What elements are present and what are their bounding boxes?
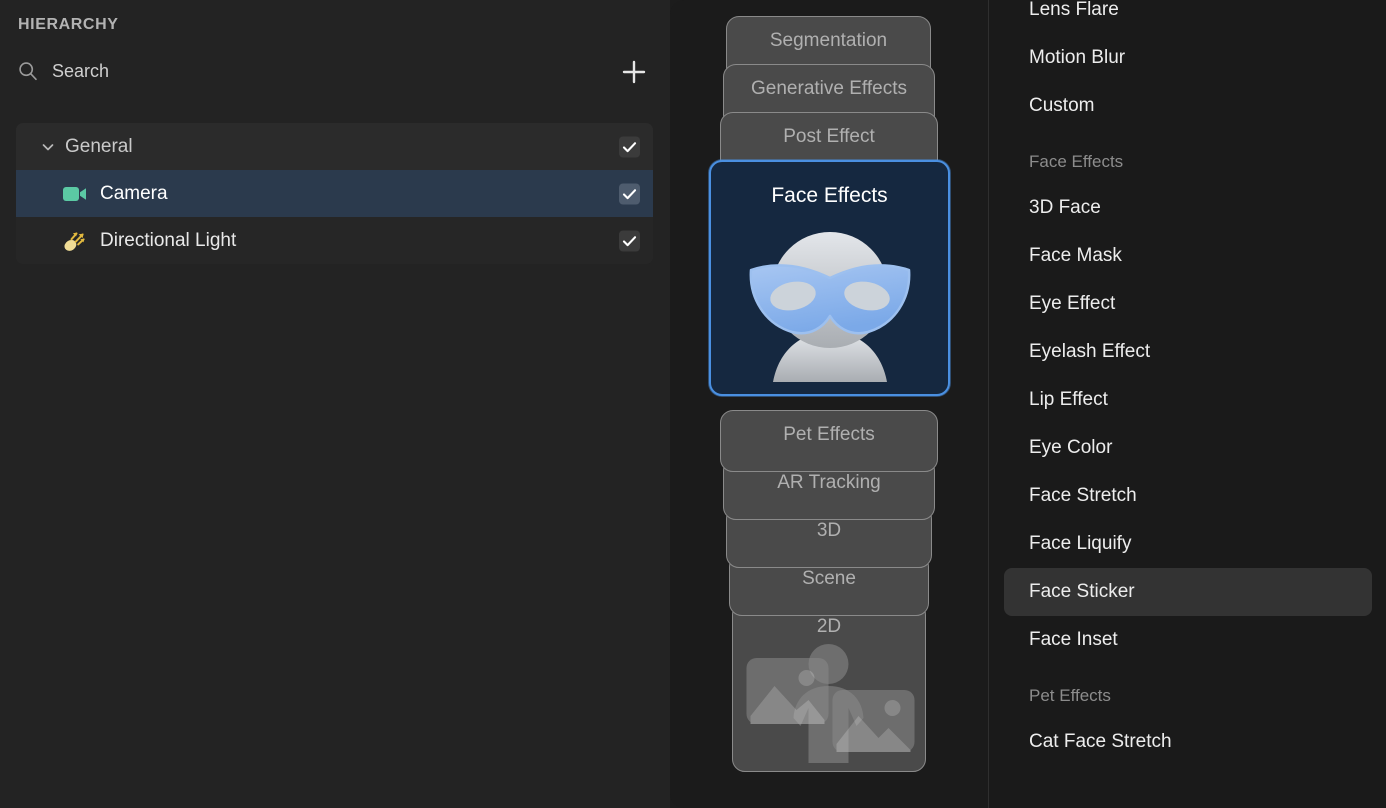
hierarchy-panel: HIERARCHY Search General Camera Directio… [0, 0, 670, 808]
chevron-down-icon[interactable] [41, 140, 55, 154]
tree-row-general[interactable]: General [16, 123, 653, 170]
effects-list: Lens Flare Motion Blur Custom Face Effec… [989, 0, 1386, 766]
list-item[interactable]: Eye Effect [1004, 280, 1372, 328]
tree-row-camera[interactable]: Camera [16, 170, 653, 217]
stack-card-pet-effects[interactable]: Pet Effects [720, 410, 938, 472]
plus-icon[interactable] [620, 58, 648, 86]
search-input[interactable] [52, 60, 532, 82]
hierarchy-tree: General Camera Directional Light [16, 123, 653, 264]
tree-row-label: General [65, 135, 133, 157]
list-item[interactable]: Lip Effect [1004, 376, 1372, 424]
list-item[interactable]: 3D Face [1004, 184, 1372, 232]
section-header-pet-effects: Pet Effects [1029, 686, 1111, 705]
search-row [0, 50, 670, 92]
section-header-face-effects: Face Effects [1029, 152, 1124, 171]
stack-card-label: Scene [802, 568, 856, 589]
list-item[interactable]: Eyelash Effect [1004, 328, 1372, 376]
list-item[interactable]: Cat Face Stretch [1004, 718, 1372, 766]
list-item[interactable]: Lens Flare [1004, 0, 1372, 34]
list-item[interactable]: Motion Blur [1004, 34, 1372, 82]
visibility-checkbox[interactable] [619, 136, 640, 157]
tree-row-label: Camera [100, 182, 168, 204]
person-with-photos-icon [737, 638, 922, 763]
list-item[interactable]: Face Inset [1004, 616, 1372, 664]
stack-card-label: Pet Effects [783, 424, 875, 445]
list-item[interactable]: Custom [1004, 82, 1372, 130]
tree-row-directional-light[interactable]: Directional Light [16, 217, 653, 264]
list-item-face-sticker-selected[interactable]: Face Sticker [1004, 568, 1372, 616]
visibility-checkbox[interactable] [619, 183, 640, 204]
stack-card-label: AR Tracking [777, 472, 881, 493]
visibility-checkbox[interactable] [619, 230, 640, 251]
stack-card-face-effects-selected[interactable]: Face Effects [709, 160, 950, 396]
effect-category-stack: Segmentation Generative Effects Post Eff… [670, 0, 988, 808]
list-item[interactable]: Face Liquify [1004, 520, 1372, 568]
masked-face-icon [735, 212, 925, 382]
stack-card-label: 3D [816, 520, 842, 541]
effects-list-panel[interactable]: Lens Flare Motion Blur Custom Face Effec… [988, 0, 1386, 808]
video-camera-icon [62, 183, 88, 205]
list-item[interactable]: Face Stretch [1004, 472, 1372, 520]
app-root: HIERARCHY Search General Camera Directio… [0, 0, 1386, 808]
stack-card-label: Face Effects [771, 184, 888, 207]
tree-row-label: Directional Light [100, 229, 237, 251]
directional-light-icon [62, 230, 88, 252]
stack-card-2d[interactable]: 2D [732, 602, 926, 772]
list-item[interactable]: Face Mask [1004, 232, 1372, 280]
page-title: HIERARCHY [18, 16, 119, 33]
search-icon [18, 61, 38, 81]
list-item[interactable]: Eye Color [1004, 424, 1372, 472]
